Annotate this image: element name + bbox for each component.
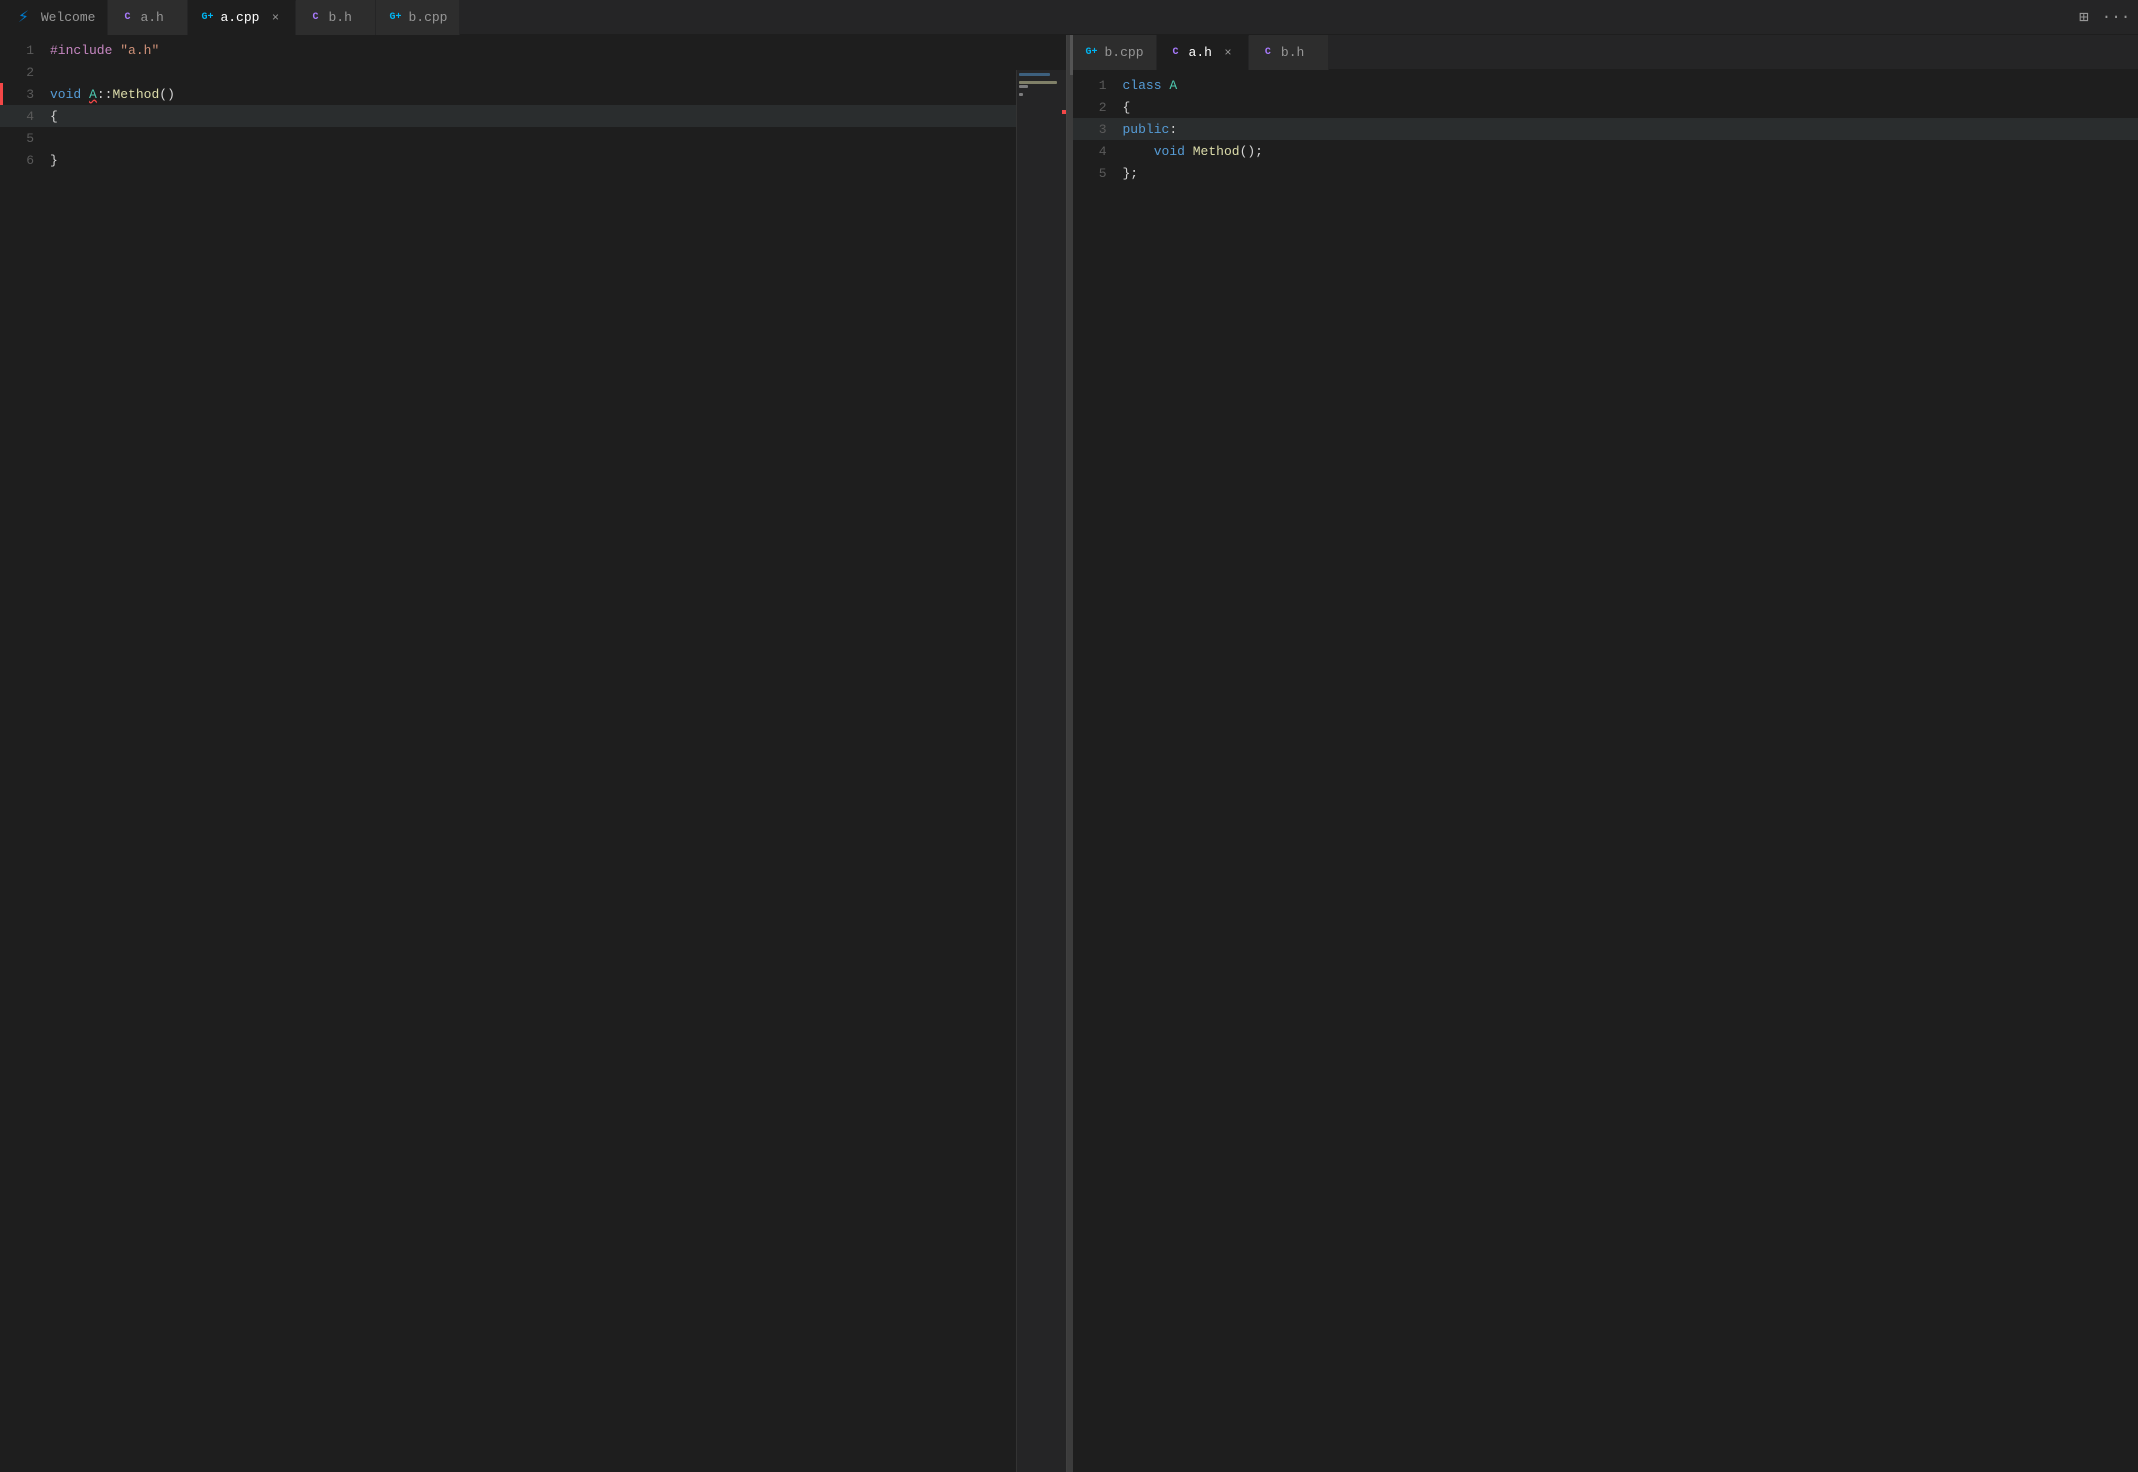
tab-label-b-h-right: b.h [1281,45,1304,60]
left-editor-pane: 1 #include "a.h" 2 3 void A::Method() 4 … [0,35,1067,1472]
line-number-4: 4 [0,109,50,124]
tab-b-h[interactable]: C b.h [296,0,376,35]
table-row: 5 [0,127,1066,149]
h-icon-right: C [1169,46,1183,60]
right-line-content-4: void Method(); [1123,144,2123,159]
tab-label-welcome: Welcome [41,10,96,25]
cpp-file-icon: G+ [200,11,214,25]
line-content-3: void A::Method() [50,87,1050,102]
right-line-number-1: 1 [1073,78,1123,93]
tab-actions: ⊞ ··· [2062,3,2138,31]
right-line-number-2: 2 [1073,100,1123,115]
table-row: 4 { [0,105,1066,127]
right-code-editor[interactable]: 1 class A 2 { 3 public: 4 void Method(); [1073,70,2138,1472]
tab-b-h-right[interactable]: C b.h [1249,35,1329,70]
tab-label-a-h-right: a.h [1189,45,1212,60]
split-editor-button[interactable]: ⊞ [2070,3,2098,31]
table-row: 1 #include "a.h" [0,39,1066,61]
table-row: 1 class A [1073,74,2138,96]
scrollbar-thumb[interactable] [1070,35,1073,75]
tab-bar-right: G+ b.cpp C a.h × C b.h [1073,35,2138,70]
tab-label-a-h: a.h [140,10,163,25]
table-row: 6 } [0,149,1066,171]
minimap-content [1017,70,1066,99]
vscode-icon: ⚡ [12,6,35,28]
table-row: 3 public: [1073,118,2138,140]
tab-label-b-h: b.h [328,10,351,25]
right-line-number-4: 4 [1073,144,1123,159]
tab-a-cpp[interactable]: G+ a.cpp × [188,0,296,35]
table-row: 2 { [1073,96,2138,118]
left-code-editor[interactable]: 1 #include "a.h" 2 3 void A::Method() 4 … [0,35,1066,1472]
h-icon-right-2: C [1261,45,1275,59]
tab-label-b-cpp: b.cpp [408,10,447,25]
table-row: 4 void Method(); [1073,140,2138,162]
tab-a-h[interactable]: C a.h [108,0,188,35]
cpp-file-icon-2: G+ [388,10,402,24]
h-file-icon-2: C [308,10,322,24]
close-tab-a-cpp[interactable]: × [267,10,283,26]
error-decoration [0,83,3,105]
line-number-3: 3 [0,87,50,102]
error-marker [1062,110,1066,114]
line-number-6: 6 [0,153,50,168]
cpp-icon-right: G+ [1085,45,1099,59]
line-number-5: 5 [0,131,50,146]
right-line-number-5: 5 [1073,166,1123,181]
tab-bar-left: ⚡ Welcome C a.h G+ a.cpp × C b.h G+ b.cp… [0,0,2138,35]
line-content-6: } [50,153,1050,168]
more-actions-button[interactable]: ··· [2102,3,2130,31]
tab-label-a-cpp: a.cpp [220,10,259,25]
table-row: 2 [0,61,1066,83]
line-number-2: 2 [0,65,50,80]
right-line-content-1: class A [1123,78,2123,93]
right-line-content-5: }; [1123,166,2123,181]
tab-label-b-cpp-right: b.cpp [1105,45,1144,60]
close-tab-a-h-right[interactable]: × [1220,45,1236,61]
right-line-number-3: 3 [1073,122,1123,137]
h-file-icon: C [120,10,134,24]
right-editor-wrapper: G+ b.cpp C a.h × C b.h 1 class A [1073,35,2138,1472]
left-minimap [1016,70,1066,1472]
line-content-1: #include "a.h" [50,43,1050,58]
table-row: 3 void A::Method() [0,83,1066,105]
line-number-1: 1 [0,43,50,58]
tab-b-cpp-left[interactable]: G+ b.cpp [376,0,460,35]
tab-a-h-right[interactable]: C a.h × [1157,35,1249,70]
right-line-content-2: { [1123,100,2123,115]
line-content-4: { [50,109,1050,124]
table-row: 5 }; [1073,162,2138,184]
right-editor-pane: 1 class A 2 { 3 public: 4 void Method(); [1073,70,2138,1472]
right-line-content-3: public: [1123,122,2123,137]
tab-b-cpp-right[interactable]: G+ b.cpp [1073,35,1157,70]
editor-area: 1 #include "a.h" 2 3 void A::Method() 4 … [0,35,2138,1472]
tab-welcome[interactable]: ⚡ Welcome [0,0,108,35]
